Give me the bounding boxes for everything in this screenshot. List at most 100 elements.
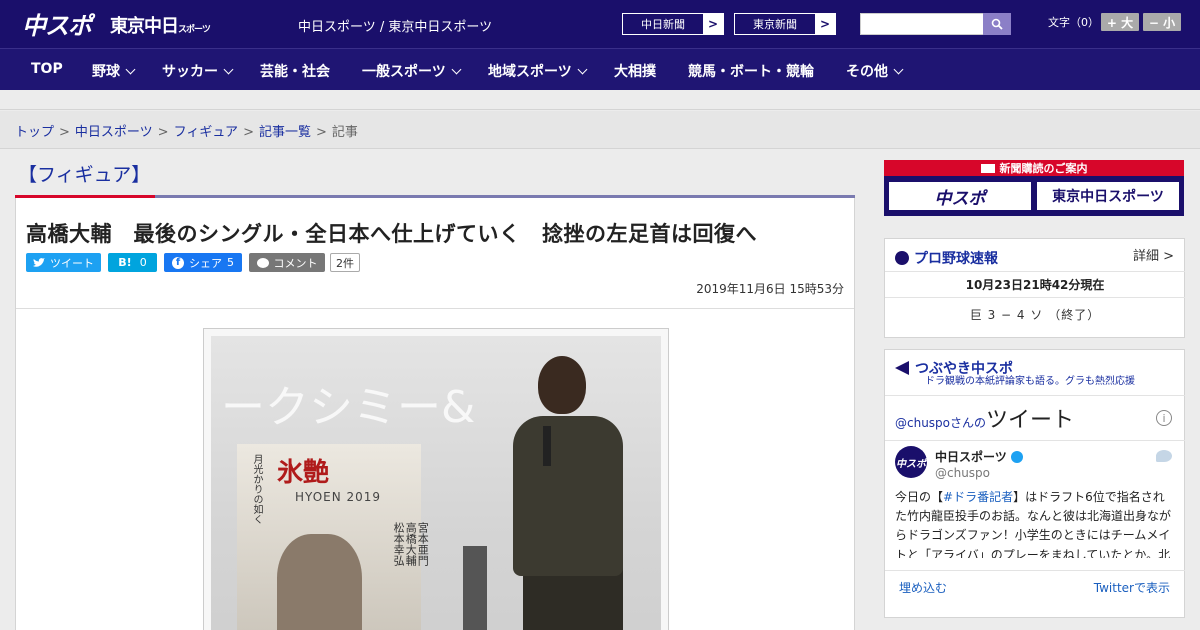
speaker-figure xyxy=(503,356,633,630)
avatar[interactable]: 中スポ xyxy=(895,446,927,478)
widget-divider xyxy=(885,271,1185,272)
site-name[interactable]: 中日スポーツ / 東京中日スポーツ xyxy=(298,16,492,35)
breadcrumb-article-list[interactable]: 記事一覧 xyxy=(259,125,311,140)
nav-top-label: TOP xyxy=(31,61,63,77)
verified-badge-icon xyxy=(1010,451,1023,463)
tweets-header-title: ツイート xyxy=(986,408,1075,433)
baseball-detail-link[interactable]: 詳細 > xyxy=(1133,245,1174,264)
tweet-button[interactable]: ツイート xyxy=(26,253,101,272)
font-size-label: 文字（0） xyxy=(1048,16,1099,29)
subscription-title: 新聞購読のご案内 xyxy=(884,160,1184,176)
breadcrumb-chunichi-sports[interactable]: 中日スポーツ xyxy=(75,125,153,140)
breadcrumb-top[interactable]: トップ xyxy=(15,125,54,140)
nav-baseball-label: 野球 xyxy=(92,64,120,80)
nav-entertainment[interactable]: 芸能・社会 xyxy=(260,61,330,81)
poster-names: 宮本亜門 高橋大輔 松本幸弘 xyxy=(392,522,430,566)
comment-count-badge: 2件 xyxy=(330,253,360,272)
twitter-bird-icon[interactable] xyxy=(1156,450,1172,462)
breadcrumb-separator: > xyxy=(59,125,70,140)
poster-figure xyxy=(277,534,362,630)
chevron-right-icon: > xyxy=(815,14,835,34)
tweet-author-name[interactable]: 中日スポーツ xyxy=(935,448,1023,465)
tokyo-chunichi-logo-text: 東京中日 xyxy=(110,16,179,37)
chevron-down-icon xyxy=(125,64,136,75)
breadcrumb-separator: > xyxy=(315,125,327,140)
nav-top[interactable]: TOP xyxy=(31,61,63,77)
subscription-tokyo-logo[interactable]: 東京中日スポーツ xyxy=(1037,182,1179,210)
article-headline: 高橋大輔 最後のシングル・全日本へ仕上げていく 捻挫の左足首は回復へ xyxy=(26,222,757,246)
embed-link[interactable]: 埋め込む xyxy=(899,579,947,596)
comment-button[interactable]: コメント xyxy=(249,253,325,272)
microphone-icon xyxy=(543,426,551,466)
search-button[interactable] xyxy=(983,13,1011,35)
chuspo-logo[interactable]: 中スポ xyxy=(22,6,92,41)
chevron-down-icon xyxy=(893,64,904,75)
chunichi-shimbun-link[interactable]: 中日新聞 > xyxy=(622,13,724,35)
hatena-bookmark-button[interactable]: B! 0 xyxy=(108,253,157,272)
view-on-twitter-link[interactable]: Twitterで表示 xyxy=(1094,579,1170,596)
facebook-share-count: 5 xyxy=(227,256,234,269)
newspaper-icon xyxy=(980,163,995,173)
widget-divider xyxy=(885,440,1185,441)
subscription-title-text: 新聞購読のご案内 xyxy=(999,162,1088,175)
breadcrumb-separator: > xyxy=(243,125,254,140)
tweet-text-start: 今日の【 xyxy=(895,490,944,504)
nav-entertainment-label: 芸能・社会 xyxy=(260,64,330,80)
nav-other[interactable]: その他 xyxy=(846,61,904,81)
bottle-prop xyxy=(463,546,487,630)
nav-local-sports[interactable]: 地域スポーツ xyxy=(488,61,588,81)
nav-sumo[interactable]: 大相撲 xyxy=(614,61,656,81)
speech-bubble-icon xyxy=(256,257,269,268)
widget-divider xyxy=(885,395,1185,396)
search-input[interactable] xyxy=(860,13,984,35)
tweet-hashtag[interactable]: #ドラ番記者 xyxy=(943,490,1013,504)
hatena-count: 0 xyxy=(139,256,147,269)
nav-general-sports-label: 一般スポーツ xyxy=(362,64,446,80)
baseball-icon xyxy=(895,251,909,265)
subscription-chuspo-logo[interactable]: 中スポ xyxy=(889,182,1031,210)
widget-divider xyxy=(885,297,1185,298)
poster-title: 氷艶 xyxy=(277,458,330,488)
chevron-down-icon xyxy=(451,64,462,75)
article-photo[interactable]: ークシミー& 氷艶 月光かりの如く 宮本亜門 高橋大輔 松本幸弘 HYOEN 2… xyxy=(211,336,661,630)
tweets-header[interactable]: @chuspoさんのツイート xyxy=(895,402,1074,434)
nav-baseball[interactable]: 野球 xyxy=(92,61,136,81)
nav-general-sports[interactable]: 一般スポーツ xyxy=(362,61,462,81)
tokyo-shimbun-link[interactable]: 東京新聞 > xyxy=(734,13,836,35)
search-icon xyxy=(991,18,1003,30)
nav-racing[interactable]: 競馬・ボート・競輪 xyxy=(688,61,814,81)
game-score[interactable]: 巨 3 − 4 ソ （終了） xyxy=(885,306,1185,323)
tweet-author-name-text: 中日スポーツ xyxy=(935,450,1007,464)
chevron-right-icon: > xyxy=(703,14,723,34)
info-icon[interactable]: i xyxy=(1156,410,1172,426)
tokyo-chunichi-logo[interactable]: 東京中日スポーツ xyxy=(110,12,211,38)
photo-backdrop-text: ークシミー& xyxy=(221,382,476,433)
chevron-down-icon xyxy=(223,64,234,75)
nav-soccer-label: サッカー xyxy=(162,64,218,80)
font-smaller-button[interactable]: − 小 xyxy=(1143,13,1181,31)
tweet-text: 今日の【#ドラ番記者】はドラフト6位で指名された竹内龍臣投手のお話。なんと彼は北… xyxy=(895,488,1175,558)
speaker-head xyxy=(538,356,586,414)
speaker-body xyxy=(513,416,623,576)
chunichi-shimbun-label: 中日新聞 xyxy=(641,18,685,31)
poster-brand: HYOEN 2019 xyxy=(295,490,382,504)
baseball-widget-title: プロ野球速報 xyxy=(895,248,998,268)
poster-subtitle: 月光かりの如く xyxy=(251,454,262,524)
tweet-author-handle[interactable]: @chuspo xyxy=(935,466,990,480)
category-title: 【フィギュア】 xyxy=(18,164,151,186)
font-larger-button[interactable]: + 大 xyxy=(1101,13,1139,31)
breadcrumb-trail: トップ > 中日スポーツ > フィギュア > 記事一覧 > 記事 xyxy=(15,121,358,140)
breadcrumb-separator: > xyxy=(157,125,169,140)
tokyo-shimbun-label: 東京新聞 xyxy=(753,18,797,31)
facebook-share-button[interactable]: f シェア 5 xyxy=(164,253,242,272)
nav-soccer[interactable]: サッカー xyxy=(162,61,234,81)
comment-label: コメント xyxy=(273,256,318,270)
breadcrumb: トップ > 中日スポーツ > フィギュア > 記事一覧 > 記事 xyxy=(0,111,1200,149)
tweet-label: ツイート xyxy=(50,256,94,270)
tweets-header-account: @chuspoさんの xyxy=(895,416,987,430)
breadcrumb-figure[interactable]: フィギュア xyxy=(174,125,238,140)
publish-date: 2019年11月6日 15時53分 xyxy=(696,282,844,296)
article-photo-frame: ークシミー& 氷艶 月光かりの如く 宮本亜門 高橋大輔 松本幸弘 HYOEN 2… xyxy=(203,328,669,630)
twitter-widget: つぶやき中スポ ドラ観戦の本紙評論家も語る。グラも熱烈応援 @chuspoさんの… xyxy=(884,349,1185,618)
baseball-widget-title-text: プロ野球速報 xyxy=(914,251,998,267)
